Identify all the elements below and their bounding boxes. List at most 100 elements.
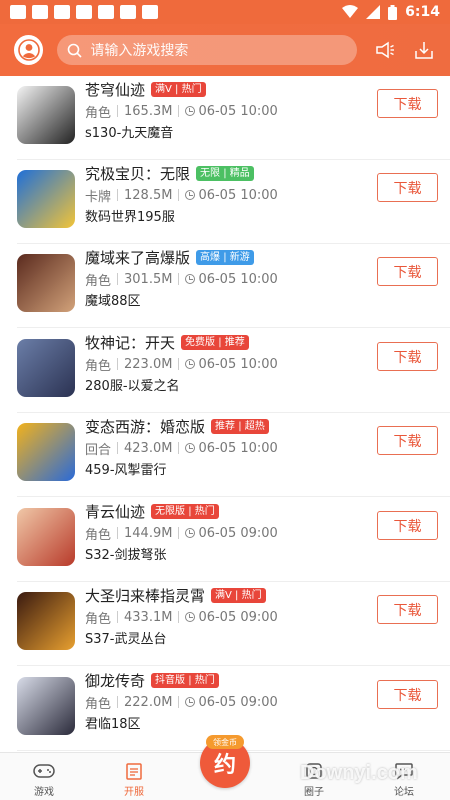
- open-time: 06-05 10:00: [198, 103, 278, 119]
- avatar[interactable]: [14, 35, 44, 65]
- game-tag: 抖音版 | 热门: [151, 672, 219, 688]
- watermark: Downyi.com: [300, 762, 418, 784]
- list-item[interactable]: 牧神记：开天 免费版 | 推荐 角色 223.0M 06-05 10:00 280服-以爱…: [0, 329, 450, 413]
- download-button[interactable]: 下载: [377, 173, 438, 202]
- game-size: 433.1M: [124, 609, 173, 625]
- game-size: 144.9M: [124, 525, 173, 541]
- status-time: 6:14: [405, 4, 440, 20]
- message-button[interactable]: [373, 38, 396, 62]
- game-tag: 无限 | 精品: [196, 165, 254, 181]
- clock-icon: [185, 359, 196, 369]
- open-time: 06-05 10:00: [198, 187, 278, 203]
- game-category: 角色: [85, 273, 112, 289]
- tab-label: 游戏: [34, 787, 54, 798]
- tab-label: 论坛: [394, 787, 414, 798]
- gamepad-icon: [33, 764, 55, 778]
- search-input[interactable]: 请输入游戏搜索: [57, 35, 358, 65]
- game-title[interactable]: 青云仙迹: [85, 501, 145, 522]
- game-category: 角色: [85, 527, 112, 543]
- game-thumbnail[interactable]: [17, 86, 75, 144]
- open-time: 06-05 10:00: [198, 440, 278, 456]
- center-badge: 领金币: [206, 735, 244, 749]
- game-tag: 无限版 | 热门: [151, 503, 219, 519]
- server-name: 魔域88区: [85, 294, 141, 309]
- game-thumbnail[interactable]: [17, 339, 75, 397]
- game-title[interactable]: 变态西游：婚恋版: [85, 416, 205, 437]
- clock-icon: [185, 528, 196, 538]
- list-item[interactable]: 变态西游：婚恋版 推荐 | 超热 回合 423.0M 06-05 10:00 459-风掣…: [0, 413, 450, 497]
- divider: [17, 496, 450, 497]
- download-button[interactable]: 下载: [377, 511, 438, 540]
- open-time: 06-05 09:00: [198, 525, 278, 541]
- game-list: 苍穹仙迹 满V | 热门 角色 165.3M 06-05 10:00 s130-九天魔音下…: [0, 76, 450, 752]
- list-item[interactable]: 大圣归来棒指灵霄 满V | 热门角色 433.1M 06-05 09:00 S37-武灵…: [0, 582, 450, 666]
- megaphone-icon: [376, 41, 394, 59]
- server-name: s130-九天魔音: [85, 126, 174, 141]
- server-name: 数码世界195服: [85, 210, 175, 225]
- game-title[interactable]: 牧神记：开天: [85, 332, 175, 353]
- game-title[interactable]: 御龙传奇: [85, 670, 145, 691]
- tab-server-open[interactable]: 开服: [104, 761, 164, 798]
- calendar-icon: [126, 763, 142, 780]
- wifi-icon: [342, 5, 359, 18]
- game-thumbnail[interactable]: [17, 170, 75, 228]
- game-size: 128.5M: [124, 187, 173, 203]
- server-name: S32-剑拔弩张: [85, 548, 167, 563]
- game-thumbnail[interactable]: [17, 508, 75, 566]
- game-thumbnail[interactable]: [17, 592, 75, 650]
- notification-icon: [120, 5, 136, 19]
- download-button[interactable]: 下载: [377, 257, 438, 286]
- game-title[interactable]: 魔域来了高爆版: [85, 247, 190, 268]
- tab-games[interactable]: 游戏: [14, 761, 74, 798]
- server-name: S37-武灵丛台: [85, 632, 167, 647]
- open-time: 06-05 09:00: [198, 609, 278, 625]
- game-title[interactable]: 大圣归来棒指灵霄: [85, 585, 205, 606]
- open-time: 06-05 09:00: [198, 694, 278, 710]
- download-icon: [415, 42, 433, 59]
- notification-icon: [142, 5, 158, 19]
- game-size: 222.0M: [124, 694, 173, 710]
- game-category: 角色: [85, 611, 112, 627]
- tab-label: 开服: [124, 787, 144, 798]
- game-size: 223.0M: [124, 356, 173, 372]
- list-item[interactable]: 究极宝贝：无限 无限 | 精品卡牌 128.5M 06-05 10:00 数码世界195…: [0, 160, 450, 244]
- download-button[interactable]: 下载: [377, 89, 438, 118]
- open-time: 06-05 10:00: [198, 356, 278, 372]
- game-size: 165.3M: [124, 103, 173, 119]
- game-category: 卡牌: [85, 189, 112, 205]
- download-button[interactable]: 下载: [377, 342, 438, 371]
- list-item[interactable]: 苍穹仙迹 满V | 热门角色 165.3M 06-05 10:00 s130-九天魔音 下…: [0, 76, 450, 160]
- download-button[interactable]: 下载: [377, 426, 438, 455]
- game-tag: 满V | 热门: [151, 81, 206, 97]
- list-item[interactable]: 青云仙迹 无限版 | 热门角色 144.9M 06-05 09:00 S32-剑拔弩张 下…: [0, 498, 450, 582]
- game-tag: 满V | 热门: [211, 587, 266, 603]
- game-category: 角色: [85, 105, 112, 121]
- center-label: 约: [213, 753, 236, 778]
- game-thumbnail[interactable]: [17, 677, 75, 735]
- clock-icon: [185, 697, 196, 707]
- search-placeholder: 请输入游戏搜索: [90, 43, 189, 59]
- divider: [17, 665, 450, 666]
- list-item[interactable]: 魔域来了高爆版 高爆 | 新游 角色 301.5M 06-05 10:00 魔域88区 下载: [0, 244, 450, 328]
- notification-icon: [76, 5, 92, 19]
- clock-icon: [185, 443, 196, 453]
- game-title[interactable]: 究极宝贝：无限: [85, 163, 190, 184]
- notification-icon: [32, 5, 48, 19]
- game-category: 角色: [85, 696, 112, 712]
- open-time: 06-05 10:00: [198, 271, 278, 287]
- clock-icon: [185, 274, 196, 284]
- game-thumbnail[interactable]: [17, 254, 75, 312]
- tab-label: 圈子: [304, 787, 324, 798]
- game-title[interactable]: 苍穹仙迹: [85, 79, 145, 100]
- signal-icon: [366, 5, 381, 19]
- download-button[interactable]: 下载: [377, 680, 438, 709]
- game-category: 回合: [85, 442, 112, 458]
- download-button[interactable]: 下载: [377, 595, 438, 624]
- game-tag: 高爆 | 新游: [196, 249, 254, 265]
- notification-icons: [10, 5, 158, 19]
- download-manager-button[interactable]: [413, 38, 436, 62]
- game-category: 角色: [85, 358, 112, 374]
- clock-icon: [185, 106, 196, 116]
- clock-icon: [185, 612, 196, 622]
- game-thumbnail[interactable]: [17, 423, 75, 481]
